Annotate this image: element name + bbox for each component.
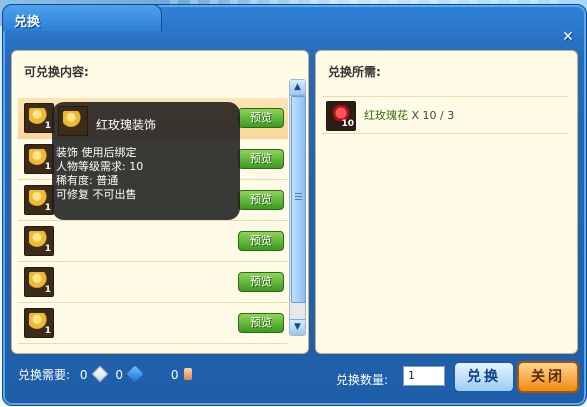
item-tooltip: 红玫瑰装饰 装饰 使用后绑定 人物等级需求: 10 稀有度: 普通 可修复 不可… — [52, 102, 240, 220]
tooltip-details: 装饰 使用后绑定 人物等级需求: 10 稀有度: 普通 可修复 不可出售 — [56, 146, 143, 202]
preview-button[interactable]: 预览 — [238, 313, 284, 333]
gold-flower-icon — [58, 106, 88, 136]
gold-flower-icon[interactable]: 1 — [24, 103, 54, 133]
tooltip-line: 可修复 不可出售 — [56, 188, 137, 201]
requirements-panel: 兑换所需: 10 红玫瑰花 X 10 / 3 — [315, 50, 578, 354]
coupon-value: 0 — [170, 368, 179, 382]
items-panel-title: 可兑换内容: — [24, 65, 89, 79]
preview-button[interactable]: 预览 — [238, 108, 284, 128]
gold-flower-icon[interactable]: 1 — [24, 226, 54, 256]
tooltip-title: 红玫瑰装饰 — [96, 118, 157, 132]
cost-summary: 兑换需要: 0 0 0 — [18, 365, 198, 383]
tooltip-line: 装饰 使用后绑定 — [56, 146, 137, 159]
exchange-button[interactable]: 兑换 — [453, 361, 515, 393]
list-item[interactable]: 1 预览 — [18, 221, 288, 262]
crystal-icon — [126, 365, 144, 383]
gold-flower-icon[interactable]: 1 — [24, 308, 54, 338]
requirements-panel-title: 兑换所需: — [328, 65, 381, 79]
cost-label: 兑换需要: — [18, 368, 71, 382]
coupon-icon — [184, 368, 193, 380]
requirement-row: 10 红玫瑰花 X 10 / 3 — [322, 96, 568, 134]
requirement-count: X 10 / 3 — [411, 109, 455, 122]
preview-button[interactable]: 预览 — [238, 272, 284, 292]
list-scrollbar[interactable]: ▲ ▼ — [289, 79, 306, 336]
preview-button[interactable]: 预览 — [238, 190, 284, 210]
gold-flower-icon[interactable]: 1 — [24, 185, 54, 215]
red-rose-icon[interactable]: 10 — [326, 101, 356, 131]
quantity-input[interactable]: 1 — [403, 366, 445, 386]
gold-flower-icon[interactable]: 1 — [24, 267, 54, 297]
scroll-down-arrow-icon[interactable]: ▼ — [290, 319, 305, 335]
list-item[interactable]: 1 预览 — [18, 262, 288, 303]
quantity-label: 兑换数量: — [336, 373, 389, 387]
diamond-icon — [91, 365, 109, 383]
preview-button[interactable]: 预览 — [238, 149, 284, 169]
preview-button[interactable]: 预览 — [238, 231, 284, 251]
requirement-item-name: 红玫瑰花 — [364, 109, 408, 122]
gold-flower-icon[interactable]: 1 — [24, 144, 54, 174]
diamond-value: 0 — [79, 368, 88, 382]
list-item[interactable]: 1 预览 — [18, 303, 288, 344]
window-title: 兑换 — [14, 15, 41, 30]
scroll-thumb[interactable] — [291, 96, 306, 303]
close-icon[interactable]: ✕ — [561, 30, 575, 44]
tooltip-line: 稀有度: 普通 — [56, 174, 119, 187]
close-button[interactable]: 关闭 — [517, 361, 579, 393]
requirement-text: 红玫瑰花 X 10 / 3 — [364, 107, 454, 123]
tooltip-line: 人物等级需求: 10 — [56, 160, 144, 173]
crystal-value: 0 — [115, 368, 123, 382]
scroll-up-arrow-icon[interactable]: ▲ — [290, 80, 305, 96]
